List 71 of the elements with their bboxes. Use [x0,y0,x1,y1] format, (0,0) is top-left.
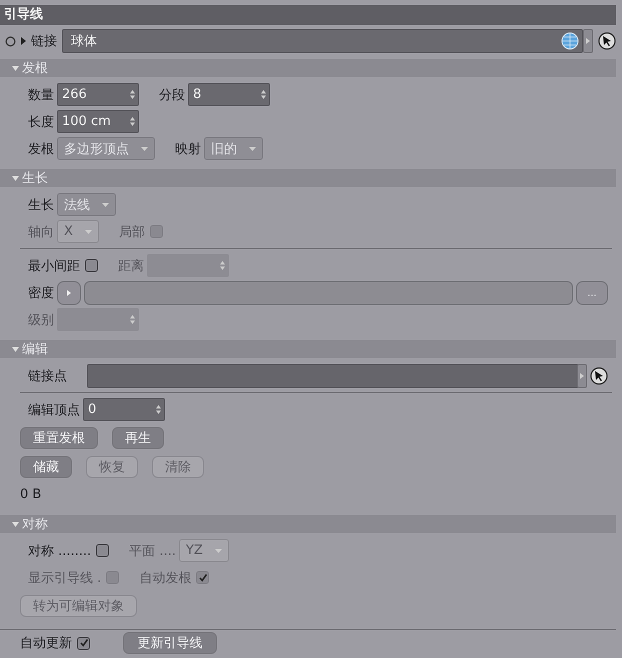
number-field[interactable]: 100 cm [57,110,139,133]
action-button[interactable]: 重置发根 [20,426,98,448]
action-button[interactable]: 再生 [112,426,164,448]
checkbox[interactable] [77,636,90,650]
number-field[interactable]: 266 [57,83,139,106]
spinner-arrows-icon[interactable] [130,90,135,99]
caret-icon [249,146,256,150]
caret-icon [102,202,109,206]
caret-icon [84,230,92,234]
texture-field[interactable] [84,280,573,304]
triangle-icon [580,372,584,378]
field-label: 分段 [159,86,185,104]
field-label: 平面 .... [129,542,176,560]
pointer-icon[interactable] [590,366,608,384]
caret-icon [12,176,19,180]
checkbox-label: 最小间距 [28,258,80,274]
checkbox-label: 自动更新 [20,635,72,652]
circle-icon[interactable] [5,36,16,46]
caret-icon [214,548,222,552]
section-title: 编辑 [22,341,48,358]
field-label: 映射 [175,140,201,158]
pointer-icon[interactable] [598,32,616,50]
link-field[interactable] [87,364,579,388]
checkbox-label: 局部 [118,224,145,240]
section-header[interactable]: 对称 [0,515,616,533]
checkbox[interactable] [85,259,98,272]
caret-icon [12,346,19,352]
section-title: 发根 [22,60,48,77]
panel-title: 引导线 [0,5,616,25]
number-field[interactable]: 8 [188,83,270,106]
section-header[interactable]: 生长 [0,169,616,187]
field-label: 长度 [28,114,54,130]
spinner-arrows-icon[interactable] [261,90,266,99]
triangle-icon[interactable] [21,37,26,45]
field-label: 级别 [28,312,54,328]
field-label: 发根 [28,140,54,158]
checkbox-label: 自动发根 [139,570,192,586]
field-label: 链接 [31,33,57,50]
dropdown[interactable]: 旧的 [204,137,263,160]
field-label: 轴向 [28,224,54,240]
link-field[interactable]: 球体 [62,29,583,53]
caret-icon [12,66,19,70]
action-button[interactable]: 储藏 [20,456,72,478]
field-label: 密度 [28,284,54,302]
spinner-arrows-icon[interactable] [156,405,161,414]
spinner-arrows-icon[interactable] [130,117,135,126]
section-header[interactable]: 编辑 [0,340,616,358]
caret-icon [12,522,19,526]
section-title: 对称 [22,516,48,533]
field-label: 距离 [118,258,144,274]
checkbox-label: 对称 ........ [28,542,92,560]
dropdown[interactable]: 法线 [57,193,116,216]
caret-icon [141,146,148,150]
globe-icon [561,32,579,50]
triangle-icon [67,290,71,296]
field-label: 链接点 [28,368,68,384]
section-title: 生长 [22,170,48,187]
arrow-button[interactable] [583,29,593,53]
browse-button[interactable]: ... [576,280,608,304]
section-header[interactable]: 发根 [0,59,616,77]
field-label: 数量 [28,86,54,104]
field-label: 编辑顶点 [28,402,80,418]
update-button[interactable]: 更新引导线 [123,632,217,654]
checkbox[interactable] [96,544,110,557]
number-field[interactable]: 0 [83,398,165,421]
checkbox-label: 显示引导线 . [28,570,102,586]
triangle-icon [586,38,590,44]
arrow-button[interactable] [57,280,81,304]
dropdown[interactable]: 多边形顶点 [57,137,155,160]
memory-size: 0 B [20,487,42,502]
field-label: 生长 [28,196,54,214]
